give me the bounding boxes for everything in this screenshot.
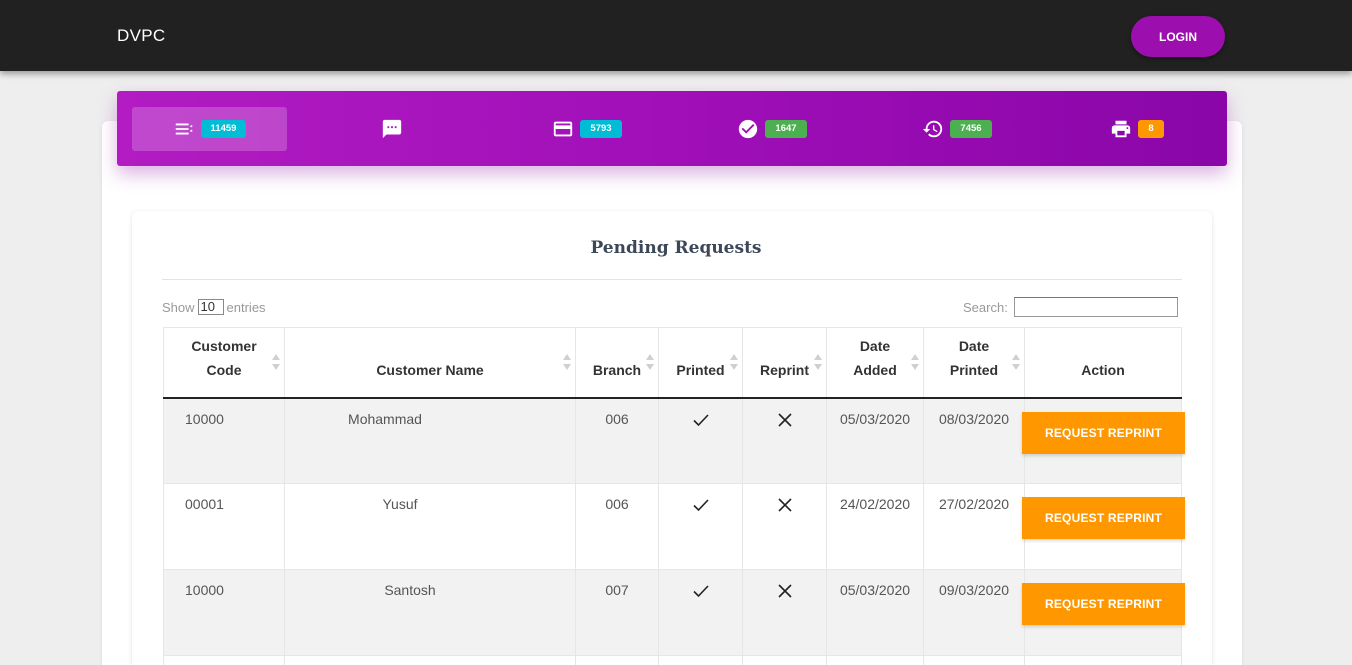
stat-tab-cards[interactable]: 5793 <box>532 107 642 151</box>
table-row: 10000 Mohammad 006 05/03/2020 08/03/2020… <box>163 397 1185 484</box>
column-header-printed[interactable]: Printed <box>658 327 743 399</box>
cell-date-added: 05/03/2020 <box>826 397 924 484</box>
stat-count-badge: 5793 <box>580 120 622 138</box>
column-header-date-printed[interactable]: Date Printed <box>923 327 1025 399</box>
top-navbar: DVPC LOGIN <box>0 0 1352 71</box>
cell-date-printed: 27/02/2020 <box>923 483 1025 570</box>
column-header-date-added[interactable]: Date Added <box>826 327 924 399</box>
column-header-action: Action <box>1024 327 1182 399</box>
print-icon <box>1112 120 1131 138</box>
column-header-customer-code[interactable]: Customer Code <box>163 327 285 399</box>
check-icon <box>692 413 709 426</box>
cell-date-added: 05/03/2020 <box>826 569 924 656</box>
sort-icon <box>646 353 654 370</box>
cell-reprint <box>742 483 827 570</box>
entries-select[interactable]: 10 <box>197 299 224 315</box>
column-header-branch[interactable]: Branch <box>575 327 659 399</box>
cell-branch: 006 <box>575 397 659 484</box>
list-icon <box>175 123 192 135</box>
login-button[interactable]: LOGIN <box>1131 16 1225 57</box>
stat-tab-printed[interactable]: 1647 <box>717 107 827 151</box>
cross-icon <box>777 498 792 512</box>
request-reprint-button[interactable]: REQUEST REPRINT <box>1022 411 1185 454</box>
stat-tab-print-queue[interactable]: 8 <box>1097 107 1177 151</box>
stat-count-badge: 7456 <box>950 120 992 138</box>
cell-branch: 006 <box>575 483 659 570</box>
sort-icon <box>730 353 738 370</box>
cell-printed <box>658 397 743 484</box>
sort-icon <box>1012 353 1020 370</box>
cell-customer-name: Mohammad <box>284 397 576 484</box>
table-row <box>163 655 1182 665</box>
cell-reprint <box>742 397 827 484</box>
cell-customer-code: 00001 <box>163 483 285 570</box>
entries-label: entries <box>226 299 266 315</box>
table-row: 00001 Yusuf 006 24/02/2020 27/02/2020 RE… <box>163 483 1185 570</box>
cell-printed <box>658 483 743 570</box>
stat-tab-messages[interactable] <box>367 107 417 151</box>
search-label: Search: <box>963 299 1008 315</box>
cell-action: REQUEST REPRINT <box>1022 569 1185 656</box>
cell-reprint <box>742 569 827 656</box>
sort-icon <box>911 353 919 370</box>
stat-tab-history[interactable]: 7456 <box>902 107 1012 151</box>
stat-count-badge: 11459 <box>200 120 247 138</box>
cell-date-printed: 08/03/2020 <box>923 397 1025 484</box>
cell-date-added: 24/02/2020 <box>826 483 924 570</box>
stat-count-badge: 8 <box>1138 120 1164 138</box>
title-divider <box>162 279 1182 280</box>
check-icon <box>692 499 709 512</box>
cell-customer-code: 10000 <box>163 397 285 484</box>
cell-customer-code: 10000 <box>163 569 285 656</box>
cell-date-printed: 09/03/2020 <box>923 569 1025 656</box>
stat-tab-all[interactable]: 11459 <box>132 107 287 151</box>
sort-icon <box>272 353 280 370</box>
sort-icon <box>563 353 571 370</box>
show-label: Show <box>162 299 195 315</box>
stats-bar: 11459 5793 1647 7456 8 <box>117 91 1227 166</box>
check-icon <box>692 585 709 598</box>
check-circle-icon <box>739 119 758 139</box>
column-header-customer-name[interactable]: Customer Name <box>284 327 576 399</box>
cross-icon <box>777 412 792 427</box>
stat-count-badge: 1647 <box>765 120 807 138</box>
pending-requests-table: Customer Code Customer Name Branch Print… <box>163 327 1185 665</box>
cell-printed <box>658 569 743 656</box>
cell-customer-name: Yusuf <box>284 483 576 570</box>
page-title: Pending Requests <box>590 238 762 258</box>
table-row: 10000 Santosh 007 05/03/2020 09/03/2020 … <box>163 569 1185 656</box>
entries-length-control: Show 10 entries <box>162 299 266 315</box>
column-header-reprint[interactable]: Reprint <box>742 327 827 399</box>
history-icon <box>923 120 943 138</box>
credit-card-icon <box>554 121 573 137</box>
brand-logo[interactable]: DVPC <box>117 26 165 46</box>
search-control: Search: <box>963 297 1178 317</box>
cell-action: REQUEST REPRINT <box>1022 483 1185 570</box>
cell-action: REQUEST REPRINT <box>1022 397 1185 484</box>
request-reprint-button[interactable]: REQUEST REPRINT <box>1022 583 1185 625</box>
sort-icon <box>814 353 822 370</box>
search-input[interactable] <box>1013 297 1178 317</box>
cross-icon <box>777 584 792 598</box>
message-icon <box>382 119 402 139</box>
cell-customer-name: Santosh <box>284 569 576 656</box>
request-reprint-button[interactable]: REQUEST REPRINT <box>1022 497 1185 539</box>
cell-branch: 007 <box>575 569 659 656</box>
table-header-row: Customer Code Customer Name Branch Print… <box>163 327 1182 399</box>
